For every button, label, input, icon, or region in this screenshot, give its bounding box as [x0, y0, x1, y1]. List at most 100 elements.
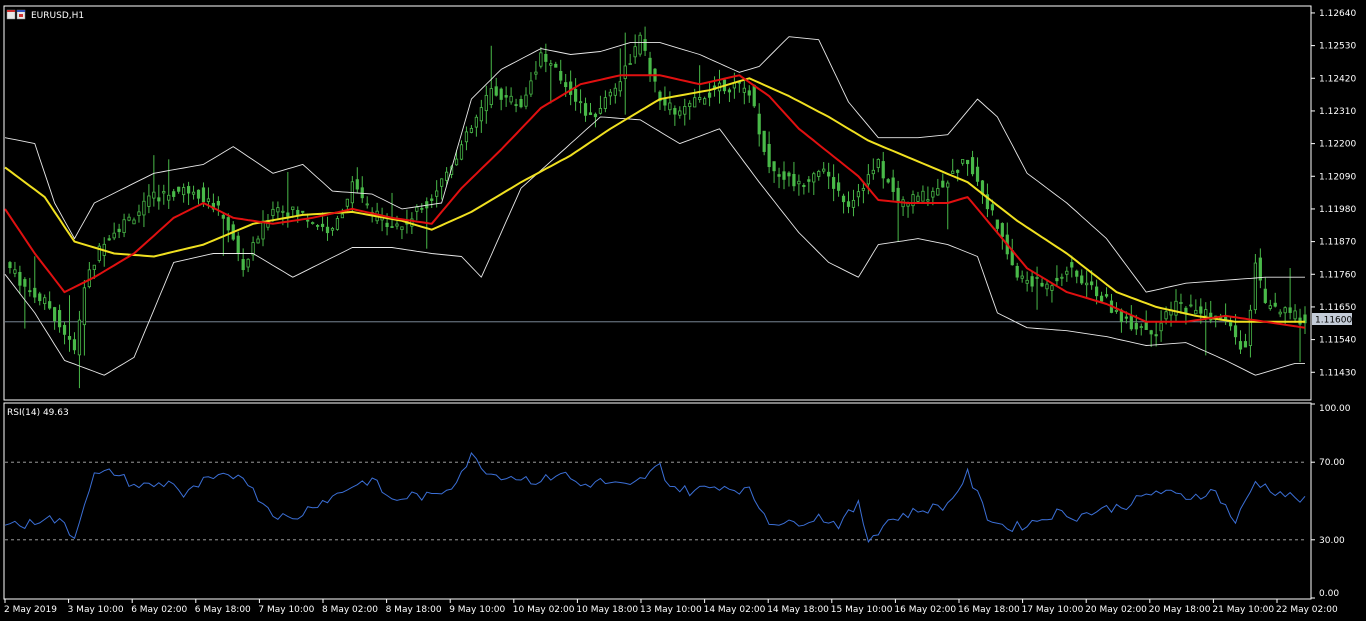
- candle-body: [603, 97, 607, 109]
- candle-body: [330, 227, 335, 231]
- candle-body: [335, 218, 340, 230]
- candle-body: [1000, 223, 1004, 237]
- candle-body: [390, 226, 394, 228]
- time-tick-label: 3 May 10:00: [68, 605, 124, 615]
- candle-body: [420, 207, 424, 210]
- candle-body: [1204, 309, 1208, 317]
- candle-body: [633, 46, 637, 58]
- time-tick-label: 22 May 02:00: [1276, 605, 1338, 615]
- candle-body: [1164, 311, 1168, 320]
- candle-body: [28, 290, 32, 293]
- candle-body: [703, 98, 707, 105]
- candle-body: [921, 190, 925, 202]
- candle-body: [861, 187, 865, 191]
- candle-body: [504, 95, 508, 98]
- candle-body: [201, 187, 206, 203]
- candle-body: [306, 219, 310, 222]
- candle-body: [196, 189, 201, 199]
- candle-body: [57, 310, 62, 328]
- price-tick-label: 1.11430: [1319, 368, 1356, 378]
- candle-body: [618, 81, 622, 92]
- candle-body: [48, 301, 52, 309]
- candle-body: [832, 177, 836, 189]
- candle-body: [871, 169, 875, 175]
- candle-body: [598, 108, 603, 114]
- candle-body: [484, 94, 488, 112]
- candle-body: [564, 82, 568, 88]
- candle-body: [995, 219, 999, 229]
- candle-body: [727, 89, 732, 93]
- price-tick-label: 1.11540: [1319, 336, 1356, 346]
- candle-body: [970, 157, 975, 175]
- price-tick-label: 1.12640: [1319, 9, 1356, 19]
- candle-body: [53, 307, 57, 322]
- candle-body: [767, 143, 771, 168]
- time-tick-label: 9 May 10:00: [449, 605, 505, 615]
- candle-body: [941, 180, 945, 188]
- candle-body: [107, 238, 111, 241]
- candle-body: [1288, 307, 1292, 313]
- candle-body: [296, 209, 300, 216]
- candle-body: [117, 228, 121, 233]
- candle-body: [529, 80, 533, 95]
- candle-body: [1035, 276, 1039, 279]
- candle-body: [1075, 270, 1079, 277]
- candle-body: [534, 71, 538, 75]
- time-tick-label: 21 May 10:00: [1212, 605, 1274, 615]
- candle-body: [961, 159, 965, 164]
- candle-body: [1065, 270, 1069, 275]
- candle-body: [1194, 309, 1198, 315]
- candle-body: [1070, 262, 1074, 268]
- candle-body: [92, 264, 96, 270]
- candle-body: [1248, 309, 1253, 346]
- candle-body: [246, 258, 250, 268]
- candle-body: [698, 97, 702, 100]
- candle-body: [812, 173, 816, 183]
- candle-body: [445, 171, 449, 181]
- candle-body: [787, 172, 791, 177]
- symbol-label: EURUSD,H1: [31, 11, 84, 21]
- candle-body: [990, 204, 995, 211]
- time-tick-label: 14 May 18:00: [767, 605, 829, 615]
- candle-body: [360, 187, 364, 199]
- candle-body: [648, 57, 652, 76]
- candle-body: [1179, 301, 1183, 304]
- candle-body: [1060, 276, 1064, 279]
- current-price-marker: 1.11600: [1312, 313, 1352, 326]
- candle-body: [440, 178, 444, 187]
- candle-body: [152, 191, 156, 199]
- candle-body: [757, 113, 761, 135]
- candle-body: [162, 191, 166, 194]
- candle-body: [191, 191, 196, 195]
- price-tick-label: 1.11760: [1319, 270, 1356, 280]
- candle-body: [638, 34, 642, 55]
- candle-body: [851, 199, 856, 208]
- candle-body: [18, 272, 22, 286]
- candle-body: [578, 101, 583, 104]
- candle-body: [1020, 275, 1024, 279]
- candle-body: [628, 63, 632, 65]
- candle-body: [956, 169, 960, 173]
- candle-body: [395, 223, 399, 227]
- price-tick-label: 1.11980: [1319, 205, 1356, 215]
- candle-body: [256, 238, 260, 244]
- chart-canvas[interactable]: 1.12640 1.12530 1.12420 1.12310 1.12200 1.120…: [0, 0, 1366, 621]
- candle-body: [762, 130, 766, 152]
- time-tick-label: 8 May 02:00: [322, 605, 378, 615]
- candle-body: [707, 92, 712, 98]
- time-tick-label: 13 May 10:00: [640, 605, 702, 615]
- candle-body: [797, 180, 801, 185]
- candle-body: [1095, 286, 1099, 297]
- candle-body: [1253, 262, 1257, 311]
- candle-body: [315, 225, 320, 227]
- candle-body: [1134, 322, 1138, 330]
- candle-body: [792, 173, 796, 187]
- candle-body: [464, 131, 469, 143]
- candle-body: [226, 217, 230, 231]
- candle-body: [583, 103, 588, 116]
- candle-body: [182, 187, 186, 196]
- candle-body: [132, 219, 136, 225]
- candle-body: [241, 259, 245, 271]
- price-tick-label: 1.12090: [1319, 172, 1356, 182]
- candle-body: [1154, 334, 1158, 337]
